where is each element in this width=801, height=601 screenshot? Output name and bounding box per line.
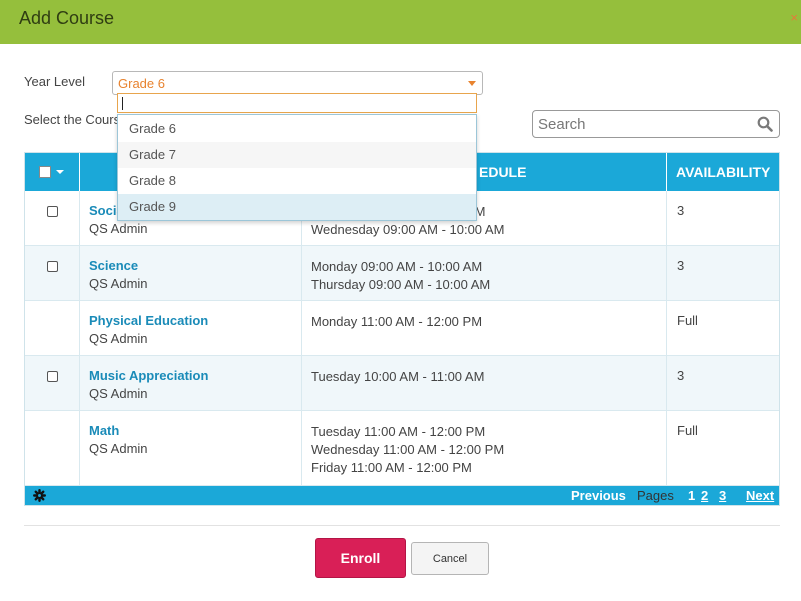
grid-pager: Previous Pages 1 2 3 Next — [25, 486, 779, 505]
course-instructor: QS Admin — [89, 276, 148, 291]
close-icon[interactable]: × — [790, 10, 798, 25]
year-level-select[interactable]: Grade 6 — [112, 71, 483, 95]
dialog-title: Add Course — [19, 8, 115, 28]
search-input[interactable] — [538, 115, 748, 133]
course-schedule: Monday 09:00 AM - 10:00 AM Thursday 09:0… — [311, 259, 491, 292]
course-name-link[interactable]: Physical Education — [89, 313, 208, 328]
course-name-link[interactable]: Science — [89, 258, 138, 273]
year-level-value: Grade 6 — [118, 76, 165, 91]
dialog-titlebar: Add Course × — [0, 0, 801, 44]
year-level-label: Year Level — [24, 74, 85, 89]
course-instructor: QS Admin — [89, 331, 148, 346]
course-instructor: QS Admin — [89, 221, 148, 236]
course-availability: 3 — [677, 368, 685, 383]
select-all-dropdown-icon[interactable] — [56, 170, 64, 174]
magnifier-icon[interactable] — [757, 116, 773, 132]
course-schedule: Monday 11:00 AM - 12:00 PM — [311, 314, 483, 329]
header-schedule[interactable]: EDULE — [479, 153, 526, 191]
year-level-dropdown: Grade 6 Grade 7 Grade 8 Grade 9 — [117, 93, 477, 221]
dropdown-option-highlighted[interactable]: Grade 9 — [118, 194, 476, 220]
course-name-link[interactable]: Math — [89, 423, 119, 438]
chevron-down-icon — [468, 81, 476, 86]
pager-page-3[interactable]: 3 — [719, 488, 726, 503]
course-schedule: Tuesday 11:00 AM - 12:00 PM Wednesday 11… — [311, 424, 505, 475]
dropdown-options-list: Grade 6 Grade 7 Grade 8 Grade 9 — [117, 114, 477, 221]
table-row: Physical Education QS Admin Monday 11:00… — [25, 301, 779, 356]
row-checkbox[interactable] — [47, 371, 58, 382]
table-row: Music Appreciation QS Admin Tuesday 10:0… — [25, 356, 779, 411]
pager-next-link[interactable]: Next — [746, 488, 774, 503]
pager-previous-link[interactable]: Previous — [571, 488, 626, 503]
pager-pages-label: Pages — [637, 488, 674, 503]
enroll-button[interactable]: Enroll — [315, 538, 406, 578]
select-all-checkbox[interactable] — [39, 166, 51, 178]
course-name-link[interactable]: Music Appreciation — [89, 368, 208, 383]
dropdown-option[interactable]: Grade 6 — [118, 116, 476, 142]
row-checkbox[interactable] — [47, 261, 58, 272]
course-availability: Full — [677, 423, 698, 438]
course-availability: 3 — [677, 203, 685, 218]
course-schedule: Tuesday 10:00 AM - 11:00 AM — [311, 369, 485, 384]
course-instructor: QS Admin — [89, 386, 148, 401]
course-availability: 3 — [677, 258, 685, 273]
table-row: Science QS Admin Monday 09:00 AM - 10:00… — [25, 246, 779, 301]
row-checkbox[interactable] — [47, 206, 58, 217]
header-availability[interactable]: AVAILABILITY — [676, 153, 770, 191]
cancel-button[interactable]: Cancel — [411, 542, 489, 575]
search-box[interactable] — [532, 110, 780, 138]
dropdown-search-input[interactable] — [117, 93, 477, 113]
pager-page-2[interactable]: 2 — [701, 488, 708, 503]
course-instructor: QS Admin — [89, 441, 148, 456]
table-row: Math QS Admin Tuesday 11:00 AM - 12:00 P… — [25, 411, 779, 486]
footer-divider — [24, 525, 780, 526]
dropdown-option[interactable]: Grade 8 — [118, 168, 476, 194]
text-cursor — [122, 97, 123, 110]
pager-page-1[interactable]: 1 — [688, 488, 695, 503]
gear-icon[interactable] — [33, 489, 46, 502]
dropdown-option[interactable]: Grade 7 — [118, 142, 476, 168]
course-availability: Full — [677, 313, 698, 328]
select-course-label: Select the Cours — [24, 112, 121, 127]
